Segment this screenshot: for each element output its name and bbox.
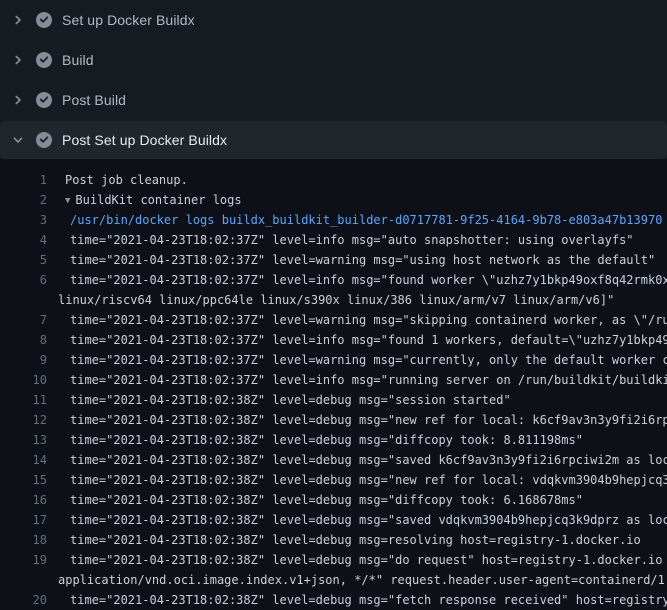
line-number[interactable]: 19 — [0, 550, 47, 570]
line-number[interactable]: 16 — [0, 490, 47, 510]
line-number[interactable]: 1 — [0, 170, 47, 190]
log-text: time="2021-04-23T18:02:37Z" level=warnin… — [47, 310, 667, 330]
step-row-post-build[interactable]: Post Build — [0, 80, 667, 120]
log-line: 17time="2021-04-23T18:02:38Z" level=debu… — [0, 510, 667, 530]
triangle-down-icon[interactable]: ▼ — [65, 191, 70, 210]
line-number[interactable]: 20 — [0, 590, 47, 610]
log-command-text: /usr/bin/docker logs buildx_buildkit_bui… — [47, 210, 662, 230]
chevron-right-icon — [12, 94, 24, 106]
log-line: 2 ▼ BuildKit container logs — [0, 190, 667, 210]
log-line: 10time="2021-04-23T18:02:37Z" level=info… — [0, 370, 667, 390]
check-circle-icon — [36, 92, 52, 108]
line-number[interactable]: 10 — [0, 370, 47, 390]
line-number[interactable]: 2 — [0, 190, 47, 210]
log-text: time="2021-04-23T18:02:38Z" level=debug … — [47, 530, 641, 550]
log-line: 11time="2021-04-23T18:02:38Z" level=debu… — [0, 390, 667, 410]
log-line: 16time="2021-04-23T18:02:38Z" level=debu… — [0, 490, 667, 510]
log-text: time="2021-04-23T18:02:38Z" level=debug … — [47, 550, 667, 570]
line-number[interactable]: 15 — [0, 470, 47, 490]
log-line: 5time="2021-04-23T18:02:37Z" level=warni… — [0, 250, 667, 270]
log-text: time="2021-04-23T18:02:37Z" level=warnin… — [47, 350, 667, 370]
log-line: application/vnd.oci.image.index.v1+json,… — [0, 570, 667, 590]
log-text: time="2021-04-23T18:02:38Z" level=debug … — [47, 470, 667, 490]
line-number[interactable]: 14 — [0, 450, 47, 470]
log-text: time="2021-04-23T18:02:38Z" level=debug … — [47, 390, 511, 410]
log-line: 9time="2021-04-23T18:02:37Z" level=warni… — [0, 350, 667, 370]
line-number[interactable]: 8 — [0, 330, 47, 350]
log-line: 18time="2021-04-23T18:02:38Z" level=debu… — [0, 530, 667, 550]
step-title: Post Build — [62, 92, 126, 108]
check-circle-icon — [36, 52, 52, 68]
log-group-header: ▼ BuildKit container logs — [47, 190, 242, 210]
line-number[interactable] — [0, 290, 47, 310]
log-text: time="2021-04-23T18:02:37Z" level=info m… — [47, 370, 667, 390]
log-text: time="2021-04-23T18:02:37Z" level=warnin… — [47, 250, 655, 270]
chevron-right-icon — [12, 54, 24, 66]
step-title: Set up Docker Buildx — [62, 12, 195, 28]
log-text: Post job cleanup. — [47, 170, 188, 190]
log-text: time="2021-04-23T18:02:38Z" level=debug … — [47, 450, 667, 470]
line-number[interactable]: 18 — [0, 530, 47, 550]
chevron-down-icon — [12, 134, 24, 146]
log-text-wrapped: linux/riscv64 linux/ppc64le linux/s390x … — [47, 290, 614, 310]
line-number[interactable]: 9 — [0, 350, 47, 370]
log-text: BuildKit container logs — [75, 193, 241, 207]
log-line: 14time="2021-04-23T18:02:38Z" level=debu… — [0, 450, 667, 470]
chevron-right-icon — [12, 14, 24, 26]
log-text: time="2021-04-23T18:02:38Z" level=debug … — [47, 490, 583, 510]
line-number[interactable] — [0, 570, 47, 590]
line-number[interactable]: 3 — [0, 210, 47, 230]
log-text: time="2021-04-23T18:02:38Z" level=debug … — [47, 510, 667, 530]
log-text: time="2021-04-23T18:02:38Z" level=debug … — [47, 590, 667, 610]
check-circle-icon — [36, 132, 52, 148]
line-number[interactable]: 11 — [0, 390, 47, 410]
step-row-build[interactable]: Build — [0, 40, 667, 80]
line-number[interactable]: 5 — [0, 250, 47, 270]
log-line: 6time="2021-04-23T18:02:37Z" level=info … — [0, 270, 667, 290]
log-line: 1Post job cleanup. — [0, 170, 667, 190]
line-number[interactable]: 17 — [0, 510, 47, 530]
log-text: time="2021-04-23T18:02:37Z" level=info m… — [47, 330, 667, 350]
line-number[interactable]: 7 — [0, 310, 47, 330]
log-line: 8time="2021-04-23T18:02:37Z" level=info … — [0, 330, 667, 350]
line-number[interactable]: 13 — [0, 430, 47, 450]
log-line: linux/riscv64 linux/ppc64le linux/s390x … — [0, 290, 667, 310]
log-text: time="2021-04-23T18:02:38Z" level=debug … — [47, 430, 583, 450]
log-text: time="2021-04-23T18:02:38Z" level=debug … — [47, 410, 667, 430]
steps-list: Set up Docker Buildx Build Post Build Post … — [0, 0, 667, 159]
log-line: 3/usr/bin/docker logs buildx_buildkit_bu… — [0, 210, 667, 230]
log-line: 4time="2021-04-23T18:02:37Z" level=info … — [0, 230, 667, 250]
step-row-post-set-up-docker-buildx[interactable]: Post Set up Docker Buildx — [0, 121, 667, 159]
log-line: 15time="2021-04-23T18:02:38Z" level=debu… — [0, 470, 667, 490]
line-number[interactable]: 12 — [0, 410, 47, 430]
step-title: Build — [62, 52, 94, 68]
log-text: time="2021-04-23T18:02:37Z" level=info m… — [47, 230, 634, 250]
log-line: 13time="2021-04-23T18:02:38Z" level=debu… — [0, 430, 667, 450]
log-area: 1Post job cleanup.2 ▼ BuildKit container l… — [0, 159, 667, 610]
step-row-set-up-docker-buildx[interactable]: Set up Docker Buildx — [0, 0, 667, 40]
log-text-wrapped: application/vnd.oci.image.index.v1+json,… — [47, 570, 667, 590]
log-line: 7time="2021-04-23T18:02:37Z" level=warni… — [0, 310, 667, 330]
step-title: Post Set up Docker Buildx — [62, 132, 227, 148]
log-line: 20time="2021-04-23T18:02:38Z" level=debu… — [0, 590, 667, 610]
log-line: 19time="2021-04-23T18:02:38Z" level=debu… — [0, 550, 667, 570]
check-circle-icon — [36, 12, 52, 28]
line-number[interactable]: 6 — [0, 270, 47, 290]
log-line: 12time="2021-04-23T18:02:38Z" level=debu… — [0, 410, 667, 430]
line-number[interactable]: 4 — [0, 230, 47, 250]
log-text: time="2021-04-23T18:02:37Z" level=info m… — [47, 270, 667, 290]
